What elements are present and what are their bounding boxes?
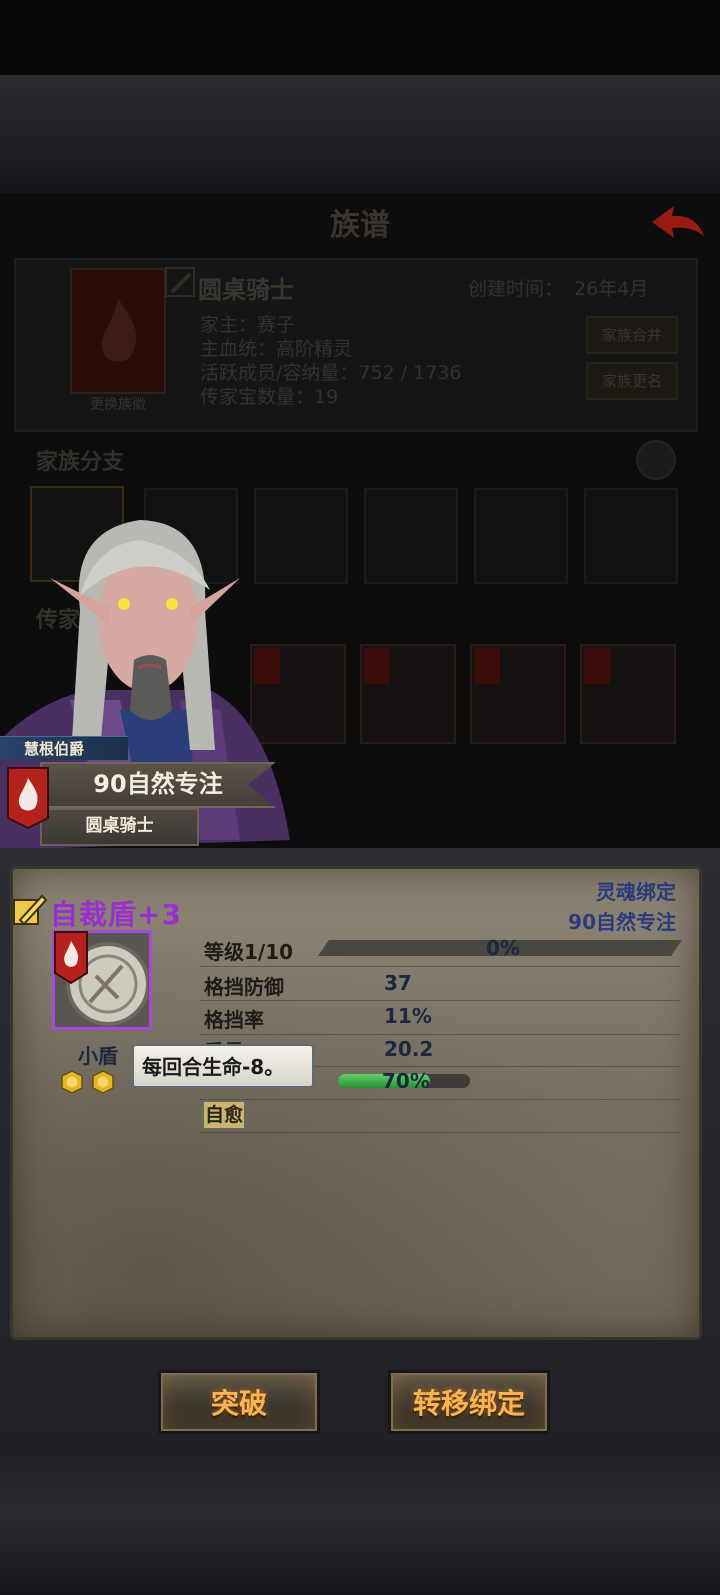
guild-active-members: 活跃成员/容纳量：752 / 1736 [200, 362, 462, 384]
flame-icon [101, 298, 137, 362]
guild-name: 圆桌骑士 [198, 276, 294, 304]
heirloom-slot[interactable] [360, 644, 456, 744]
stat-value: 20.2 [384, 1037, 434, 1061]
heirloom-slot[interactable] [580, 644, 676, 744]
guild-leader: 家主：赛子 [200, 314, 296, 336]
stat-value: 37 [384, 971, 412, 995]
top-band [0, 0, 720, 75]
stat-label: 格挡率 [204, 1008, 264, 1032]
back-arrow-icon[interactable] [648, 202, 708, 242]
divider [200, 1099, 680, 1100]
character-name-plate: 慧根伯爵 [0, 736, 128, 760]
bottom-stone-frame [0, 1453, 720, 1595]
change-emblem-label[interactable]: 更换族徽 [70, 394, 166, 414]
soul-bind-focus: 90自然专注 [568, 910, 676, 934]
stat-label: 重量 [204, 1036, 244, 1044]
rename-item-icon[interactable] [12, 890, 48, 926]
branch-section-title: 家族分支 [36, 450, 125, 475]
founded-label: 创建时间： [468, 278, 564, 300]
gem-slot-icon[interactable] [91, 1070, 115, 1094]
stat-label: 格挡防御 [204, 975, 284, 999]
stat-value: 11% [384, 1004, 432, 1028]
flame-banner-icon [54, 931, 88, 985]
branch-slot[interactable] [584, 488, 678, 584]
screen-title: 族谱 [330, 208, 390, 243]
divider [200, 966, 680, 967]
founded-value: 26年4月 [574, 278, 649, 300]
branch-slot[interactable] [364, 488, 458, 584]
character-guild-plate: 圆桌骑士 [40, 808, 199, 846]
transfer-binding-button[interactable]: 转移绑定 [388, 1370, 550, 1434]
character-title-plate: 90自然专注 [40, 762, 276, 808]
guild-merge-button[interactable]: 家族合并 [586, 316, 678, 354]
divider [200, 1132, 680, 1133]
branch-slot[interactable] [474, 488, 568, 584]
skill-tooltip: 每回合生命-8。 [132, 1044, 314, 1088]
edit-icon[interactable] [164, 266, 198, 300]
skill-tag[interactable]: 自愈 [204, 1102, 244, 1128]
soul-bind-label: 灵魂绑定 [596, 880, 676, 904]
guild-rename-button[interactable]: 家族更名 [586, 362, 678, 400]
item-level-label: 等级1/10 [204, 940, 294, 964]
level-progress-percent: 0% [486, 936, 520, 960]
header-stone-frame [0, 75, 720, 193]
item-name: 自裁盾+3 [50, 898, 182, 931]
help-icon[interactable] [636, 440, 676, 480]
guild-emblem[interactable] [70, 268, 166, 394]
divider [200, 1000, 680, 1001]
gem-slot-icon[interactable] [60, 1070, 84, 1094]
divider [200, 1034, 680, 1035]
guild-main-race: 主血统：高阶精灵 [200, 338, 353, 360]
guild-heirloom-count: 传家宝数量：19 [200, 386, 339, 408]
item-type: 小盾 [78, 1044, 118, 1068]
flame-emblem-icon [7, 767, 49, 830]
breakthrough-button[interactable]: 突破 [158, 1370, 320, 1434]
heirloom-slot[interactable] [470, 644, 566, 744]
trigger-chance-percent: 70% [382, 1069, 430, 1093]
